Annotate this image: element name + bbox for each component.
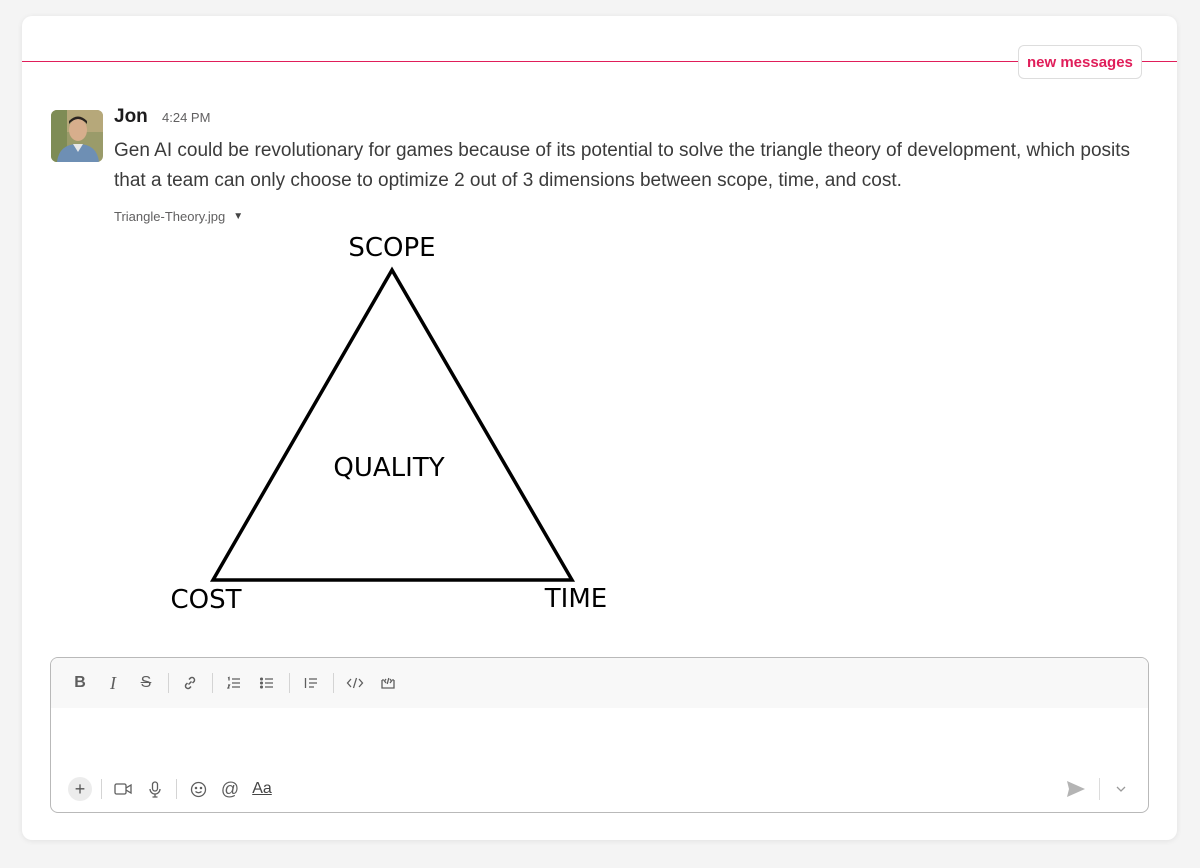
code-block-icon[interactable] (373, 668, 403, 698)
triangle-label-center: QUALITY (333, 453, 444, 483)
plus-icon[interactable]: + (65, 774, 95, 804)
attachment-filename[interactable]: Triangle-Theory.jpg (114, 209, 225, 224)
strikethrough-icon[interactable]: S (131, 668, 161, 698)
message-pane: new messages Jon 4:24 PM Gen AI could be… (22, 16, 1177, 840)
attachment-image[interactable]: SCOPE QUALITY COST TIME (152, 226, 632, 626)
author-name[interactable]: Jon (114, 106, 148, 128)
triangle-diagram (209, 266, 576, 582)
send-controls (1061, 774, 1138, 804)
bulleted-list-icon[interactable] (252, 668, 282, 698)
caret-down-icon[interactable]: ▼ (233, 211, 243, 222)
italic-icon[interactable]: I (98, 668, 128, 698)
triangle-label-top: SCOPE (348, 233, 435, 263)
avatar[interactable] (51, 110, 103, 162)
new-messages-divider (22, 61, 1177, 62)
composer-actions: + @ Aa (51, 766, 1148, 812)
new-messages-badge[interactable]: new messages (1018, 45, 1142, 79)
toolbar-divider (168, 673, 169, 693)
emoji-icon[interactable] (183, 774, 213, 804)
message-timestamp[interactable]: 4:24 PM (162, 110, 210, 125)
chevron-down-icon[interactable] (1106, 774, 1136, 804)
toolbar-divider (176, 779, 177, 799)
message-composer[interactable]: B I S + @ Aa (50, 657, 1149, 813)
link-icon[interactable] (175, 668, 205, 698)
ordered-list-icon[interactable] (219, 668, 249, 698)
text-format-icon[interactable]: Aa (247, 774, 277, 804)
toolbar-divider (289, 673, 290, 693)
attachment-header[interactable]: Triangle-Theory.jpg ▼ (114, 209, 243, 224)
formatting-toolbar: B I S (51, 658, 1148, 708)
message-text: Gen AI could be revolutionary for games … (114, 140, 1131, 191)
send-divider (1099, 778, 1100, 800)
code-icon[interactable] (340, 668, 370, 698)
microphone-icon[interactable] (140, 774, 170, 804)
mention-icon[interactable]: @ (215, 774, 245, 804)
triangle-label-right: TIME (544, 584, 607, 614)
toolbar-divider (101, 779, 102, 799)
toolbar-divider (212, 673, 213, 693)
blockquote-icon[interactable] (296, 668, 326, 698)
bold-icon[interactable]: B (65, 668, 95, 698)
video-icon[interactable] (108, 774, 138, 804)
toolbar-divider (333, 673, 334, 693)
triangle-label-left: COST (170, 585, 241, 615)
send-icon[interactable] (1061, 774, 1091, 804)
